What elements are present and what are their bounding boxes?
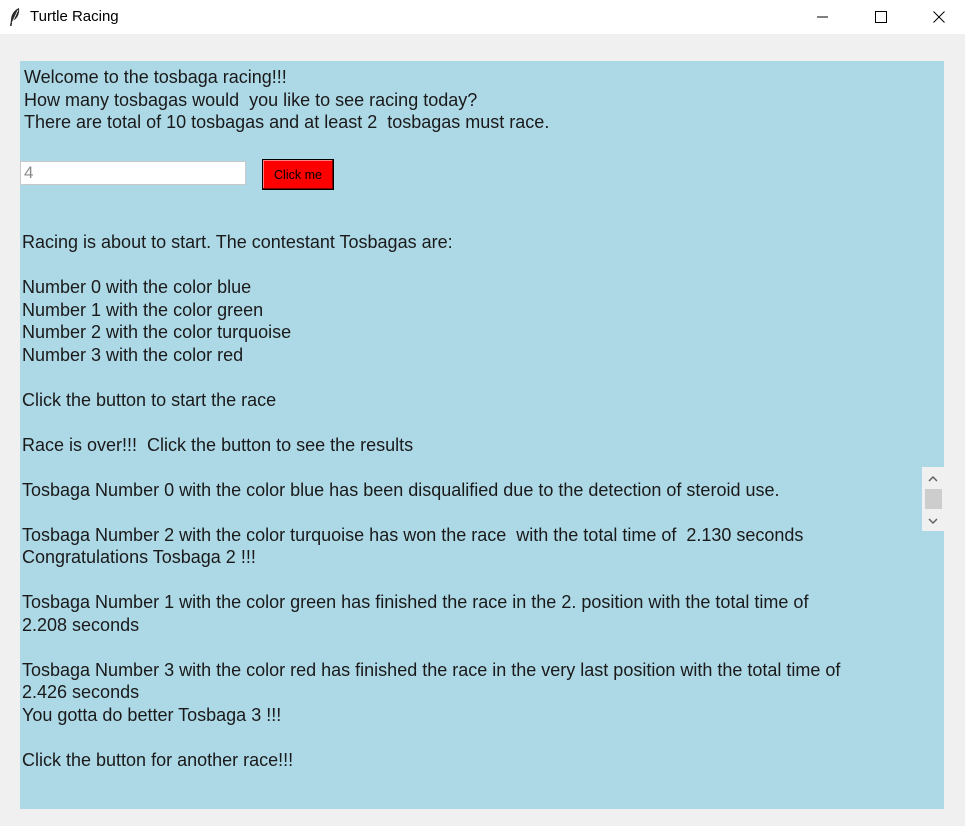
minimize-icon bbox=[817, 11, 829, 23]
app-window: Turtle Racing Welcome to the tosbaga rac… bbox=[0, 0, 965, 826]
close-icon bbox=[933, 11, 945, 23]
close-button[interactable] bbox=[910, 0, 965, 34]
race-results-text: Racing is about to start. The contestant… bbox=[22, 232, 841, 770]
maximize-button[interactable] bbox=[852, 0, 910, 34]
feather-icon bbox=[8, 7, 22, 27]
chevron-up-icon bbox=[928, 469, 938, 487]
click-me-button[interactable]: Click me bbox=[262, 159, 334, 190]
welcome-text: Welcome to the tosbaga racing!!! How man… bbox=[24, 67, 550, 132]
scroll-down-button[interactable] bbox=[922, 512, 944, 529]
title-bar[interactable]: Turtle Racing bbox=[0, 0, 965, 34]
vertical-scrollbar[interactable] bbox=[922, 467, 944, 531]
minimize-button[interactable] bbox=[794, 0, 852, 34]
race-panel: Welcome to the tosbaga racing!!! How man… bbox=[20, 61, 944, 809]
tosbaga-count-input[interactable] bbox=[20, 161, 246, 185]
scroll-thumb[interactable] bbox=[925, 489, 942, 509]
maximize-icon bbox=[875, 11, 887, 23]
scroll-up-button[interactable] bbox=[922, 469, 944, 486]
chevron-down-icon bbox=[928, 512, 938, 530]
window-title: Turtle Racing bbox=[30, 8, 119, 25]
